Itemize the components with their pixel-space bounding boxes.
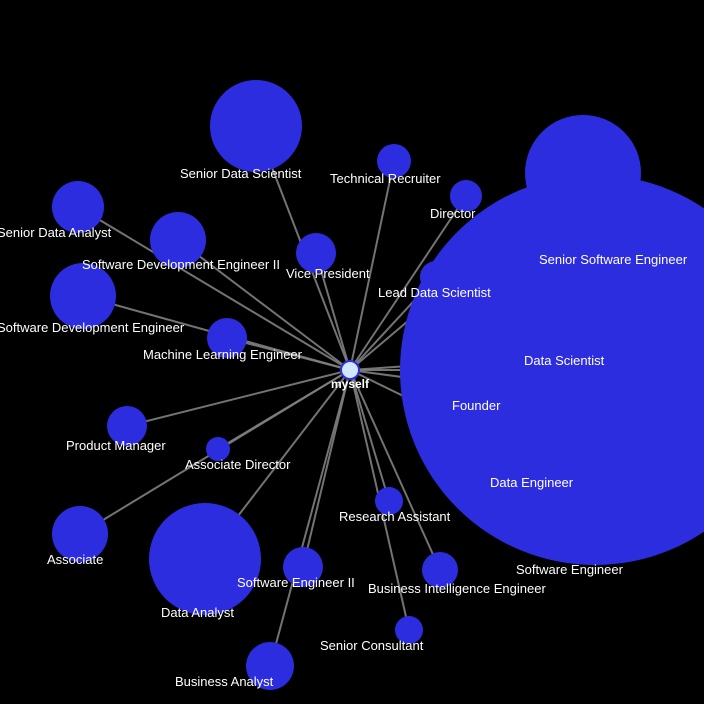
label-senior-software-engineer: Senior Software Engineer: [539, 252, 688, 267]
label-research-assistant: Research Assistant: [339, 509, 451, 524]
label-bi-engineer: Business Intelligence Engineer: [368, 581, 546, 596]
node-software-engineer[interactable]: [400, 175, 704, 565]
node-senior-software-engineer[interactable]: [525, 115, 641, 231]
label-senior-data-analyst: Senior Data Analyst: [0, 225, 112, 240]
label-associate: Associate: [47, 552, 103, 567]
label-software-engineer: Software Engineer: [516, 562, 624, 577]
label-data-engineer: Data Engineer: [490, 475, 574, 490]
label-sde: Software Development Engineer: [0, 320, 185, 335]
label-business-analyst: Business Analyst: [175, 674, 274, 689]
label-senior-consultant: Senior Consultant: [320, 638, 424, 653]
label-ml-engineer: Machine Learning Engineer: [143, 347, 303, 362]
label-senior-data-scientist: Senior Data Scientist: [180, 166, 302, 181]
label-data-scientist: Data Scientist: [524, 353, 605, 368]
label-vice-president: Vice President: [286, 266, 370, 281]
label-sde-ii: Software Development Engineer II: [82, 257, 280, 272]
node-senior-data-scientist[interactable]: [210, 80, 302, 172]
label-lead-data-scientist: Lead Data Scientist: [378, 285, 491, 300]
center-label: myself: [331, 377, 370, 391]
edge-product-manager: [127, 370, 350, 426]
label-product-manager: Product Manager: [66, 438, 166, 453]
edge-business-analyst: [270, 370, 350, 666]
network-graph[interactable]: Senior Data Scientist Technical Recruiter…: [0, 0, 704, 704]
label-software-engineer-ii: Software Engineer II: [237, 575, 355, 590]
node-founder[interactable]: [464, 375, 488, 399]
node-data-engineer[interactable]: [525, 448, 553, 476]
label-data-analyst: Data Analyst: [161, 605, 234, 620]
label-technical-recruiter: Technical Recruiter: [330, 171, 441, 186]
node-data-analyst[interactable]: [149, 503, 261, 615]
label-director: Director: [430, 206, 476, 221]
label-associate-director: Associate Director: [185, 457, 291, 472]
label-founder: Founder: [452, 398, 501, 413]
